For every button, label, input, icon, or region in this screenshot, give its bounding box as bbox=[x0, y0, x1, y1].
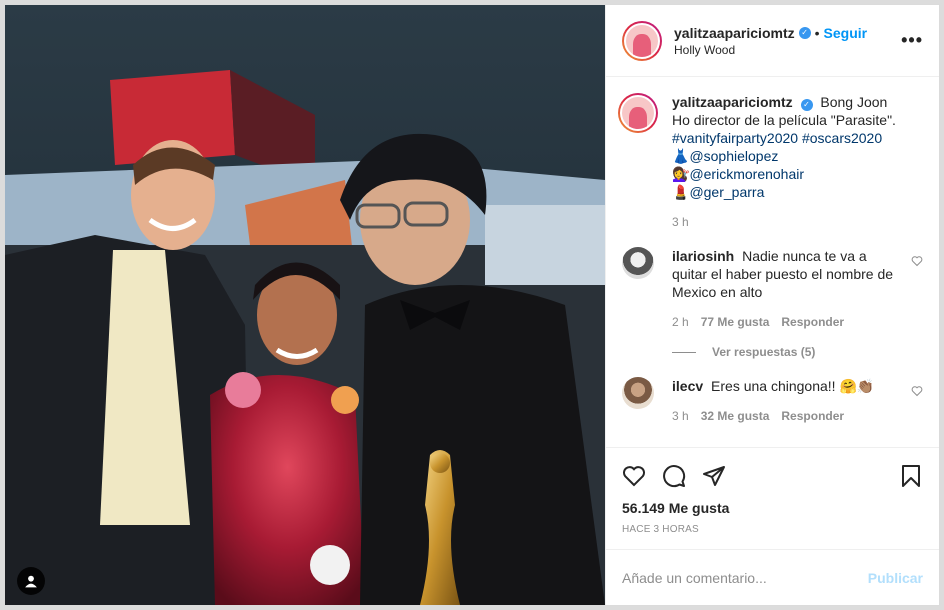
post-actions: 56.149 Me gusta Hace 3 horas bbox=[606, 447, 939, 549]
instagram-post-window: yalitzaapariciomtz ✓ • Seguir Holly Wood… bbox=[4, 4, 940, 606]
comment-likes[interactable]: 32 Me gusta bbox=[701, 407, 770, 425]
comment-item: ilecv Eres una chingona!! 🤗👏🏽 3 h 32 Me … bbox=[622, 377, 923, 425]
comment-button[interactable] bbox=[662, 456, 702, 496]
mention-link[interactable]: @erickmorenohair bbox=[689, 166, 804, 182]
mention-link[interactable]: @sophielopez bbox=[689, 148, 778, 164]
comment-username[interactable]: ilariosinh bbox=[672, 248, 734, 264]
verified-badge-icon: ✓ bbox=[798, 26, 811, 39]
save-button[interactable] bbox=[883, 456, 923, 496]
like-button[interactable] bbox=[622, 456, 662, 496]
add-comment-bar: Publicar bbox=[606, 549, 939, 605]
publish-button[interactable]: Publicar bbox=[868, 570, 923, 586]
post-photo[interactable] bbox=[5, 5, 605, 605]
tagged-users-icon[interactable] bbox=[17, 567, 45, 595]
paper-plane-icon bbox=[703, 466, 725, 486]
verified-badge-icon: ✓ bbox=[800, 99, 813, 111]
comment-time[interactable]: 2 h bbox=[672, 313, 689, 331]
comment-time[interactable]: 3 h bbox=[672, 407, 689, 425]
caption-body: yalitzaapariciomtz ✓ Bong Joon Ho direct… bbox=[672, 93, 923, 231]
caption-avatar[interactable] bbox=[618, 93, 658, 133]
follow-button[interactable]: Seguir bbox=[824, 25, 868, 41]
comment-body: ilariosinh Nadie nunca te va a quitar el… bbox=[672, 247, 923, 331]
post-header: yalitzaapariciomtz ✓ • Seguir Holly Wood… bbox=[606, 5, 939, 77]
comment-text: Eres una chingona!! 🤗👏🏽 bbox=[711, 378, 875, 394]
share-button[interactable] bbox=[702, 456, 742, 496]
reply-button[interactable]: Responder bbox=[781, 407, 844, 425]
like-comment-heart-icon[interactable] bbox=[911, 385, 923, 397]
mention-link[interactable]: @ger_parra bbox=[689, 184, 764, 200]
caption-username[interactable]: yalitzaapariciomtz bbox=[672, 94, 793, 110]
caption-time: 3 h bbox=[672, 215, 689, 229]
comment-input[interactable] bbox=[622, 569, 868, 586]
author-meta: yalitzaapariciomtz ✓ • Seguir Holly Wood bbox=[674, 25, 901, 57]
caption-credit: 👗@sophielopez bbox=[672, 148, 779, 164]
comment-bubble-icon bbox=[663, 465, 686, 488]
caption-credit: 💇‍♀️@erickmorenohair bbox=[672, 166, 805, 182]
photo-illustration bbox=[5, 5, 605, 605]
caption: yalitzaapariciomtz ✓ Bong Joon Ho direct… bbox=[618, 93, 923, 231]
separator: • bbox=[814, 24, 820, 41]
heart-icon bbox=[622, 466, 646, 487]
replies-divider bbox=[672, 351, 696, 353]
post-side-panel: yalitzaapariciomtz ✓ • Seguir Holly Wood… bbox=[605, 5, 939, 605]
comment-item: ilariosinh Nadie nunca te va a quitar el… bbox=[622, 247, 923, 331]
action-bar bbox=[622, 456, 923, 496]
author-avatar[interactable] bbox=[622, 20, 662, 61]
comment-body: ilecv Eres una chingona!! 🤗👏🏽 3 h 32 Me … bbox=[672, 377, 923, 425]
author-username[interactable]: yalitzaapariciomtz bbox=[674, 25, 795, 41]
bookmark-icon bbox=[902, 465, 920, 487]
like-count[interactable]: 56.149 Me gusta bbox=[622, 500, 923, 516]
post-location[interactable]: Holly Wood bbox=[674, 43, 901, 57]
like-comment-heart-icon[interactable] bbox=[911, 255, 923, 267]
caption-hashtags[interactable]: #vanityfairparty2020 #oscars2020 bbox=[672, 129, 901, 147]
caption-credit: 💄@ger_parra bbox=[672, 184, 765, 200]
commenter-avatar[interactable] bbox=[622, 247, 654, 279]
view-replies-label: Ver respuestas (5) bbox=[712, 345, 816, 359]
commenter-avatar[interactable] bbox=[622, 377, 654, 409]
comment-likes[interactable]: 77 Me gusta bbox=[701, 313, 770, 331]
comment-username[interactable]: ilecv bbox=[672, 378, 703, 394]
view-replies-button[interactable]: Ver respuestas (5) bbox=[672, 345, 923, 359]
more-options-icon[interactable]: ••• bbox=[901, 30, 923, 51]
reply-button[interactable]: Responder bbox=[781, 313, 844, 331]
comments-list[interactable]: yalitzaapariciomtz ✓ Bong Joon Ho direct… bbox=[606, 77, 939, 447]
person-icon bbox=[25, 575, 37, 588]
post-timestamp[interactable]: Hace 3 horas bbox=[622, 524, 923, 535]
